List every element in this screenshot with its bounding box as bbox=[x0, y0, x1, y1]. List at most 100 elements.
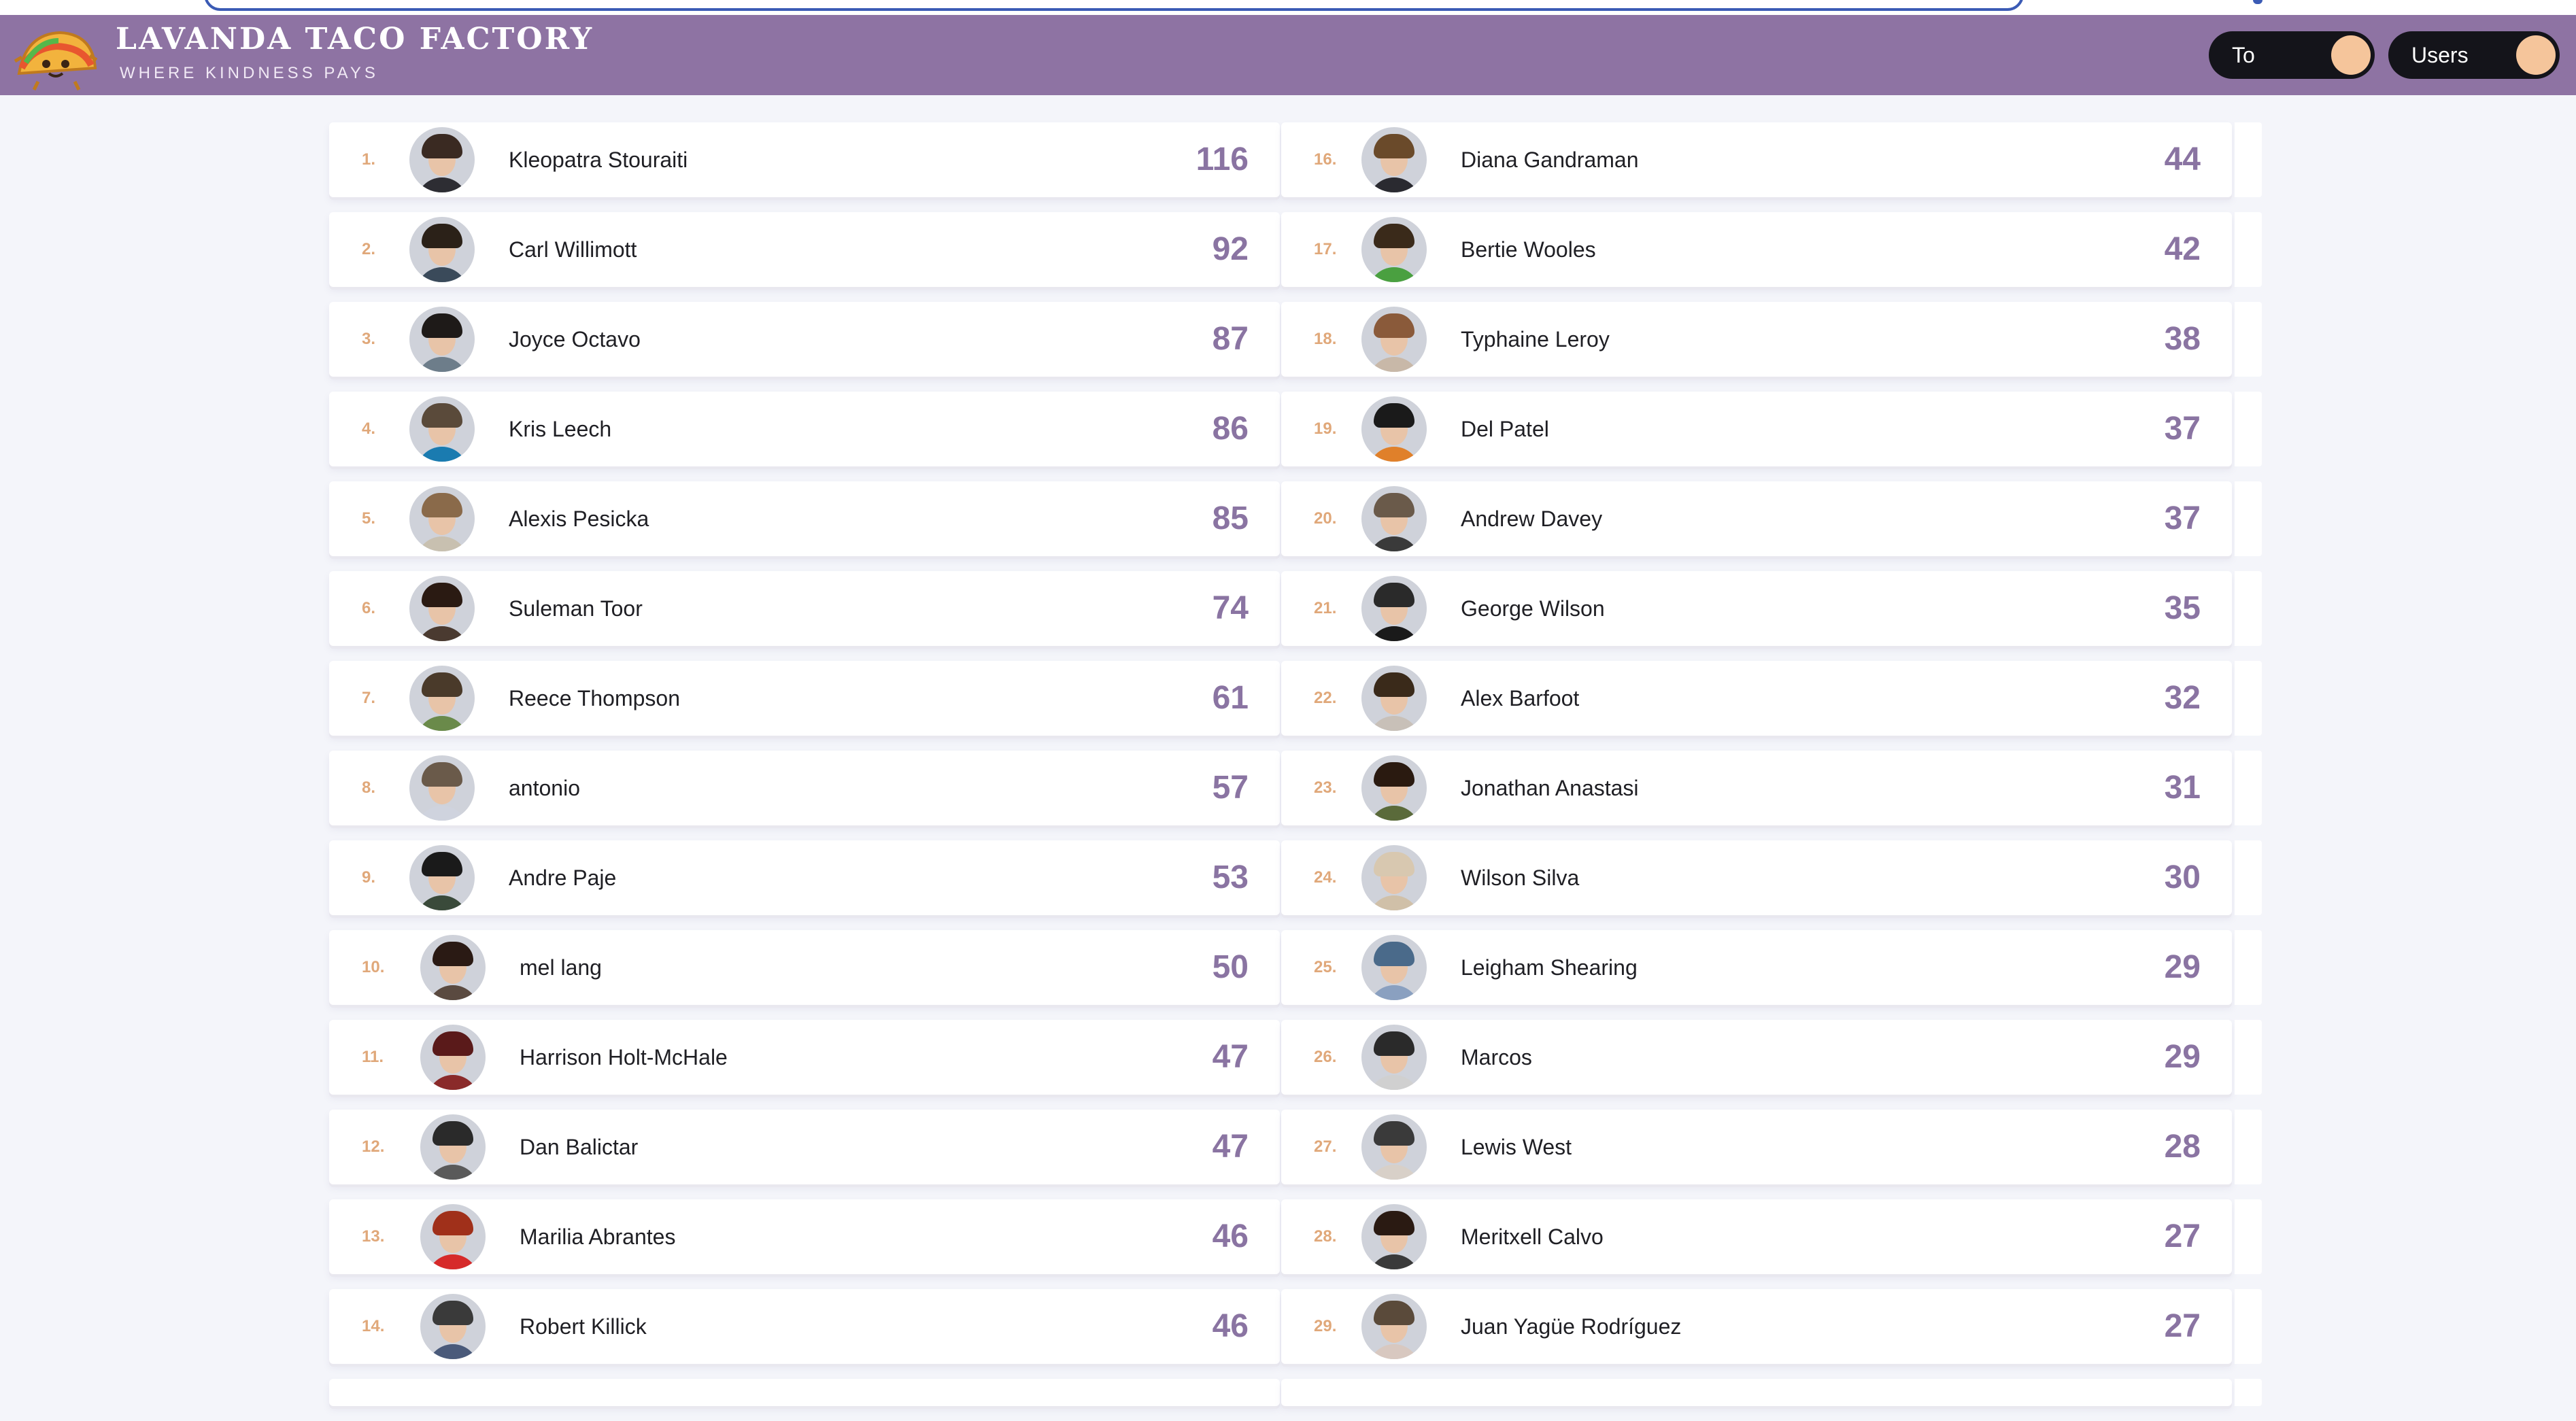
leaderboard-row[interactable]: 9. Andre Paje 53 bbox=[329, 840, 1280, 915]
avatar-hair bbox=[1374, 403, 1414, 428]
taco-score: 31 bbox=[2164, 770, 2201, 806]
avatar bbox=[1361, 1114, 1427, 1180]
rank-number: 10. bbox=[362, 958, 385, 976]
next-column-edge bbox=[2235, 1289, 2262, 1364]
next-column-edge bbox=[2235, 930, 2262, 1005]
next-column-edge bbox=[2235, 392, 2262, 466]
avatar-hair bbox=[1374, 493, 1414, 517]
leaderboard-row[interactable]: 3. Joyce Octavo 87 bbox=[329, 302, 1280, 377]
user-name: Dan Balictar bbox=[520, 1135, 639, 1159]
leaderboard-row[interactable]: 5. Alexis Pesicka 85 bbox=[329, 481, 1280, 556]
browser-top-strip bbox=[0, 0, 2576, 15]
next-column-edge bbox=[2235, 571, 2262, 646]
avatar-body bbox=[427, 1344, 479, 1359]
leaderboard-row[interactable]: 6. Suleman Toor 74 bbox=[329, 571, 1280, 646]
leaderboard-column-left: 1. Kleopatra Stouraiti 116 2. Carl Willimott… bbox=[329, 122, 1280, 1421]
leaderboard-row[interactable]: 21. George Wilson 35 bbox=[1281, 571, 2232, 646]
user-name: Robert Killick bbox=[520, 1314, 647, 1339]
next-column-edge bbox=[2235, 122, 2262, 197]
taco-score: 47 bbox=[1212, 1129, 1249, 1165]
avatar bbox=[420, 1294, 486, 1359]
leaderboard-row[interactable]: 7. Reece Thompson 61 bbox=[329, 661, 1280, 736]
rank-number: 29. bbox=[1314, 1317, 1337, 1335]
user-name: antonio bbox=[509, 776, 580, 800]
leaderboard-row[interactable]: 18. Typhaine Leroy 38 bbox=[1281, 302, 2232, 377]
leaderboard-row[interactable]: 20. Andrew Davey 37 bbox=[1281, 481, 2232, 556]
avatar-hair bbox=[1374, 1211, 1414, 1235]
leaderboard-row[interactable]: 19. Del Patel 37 bbox=[1281, 392, 2232, 466]
leaderboard-row[interactable]: 4. Kris Leech 86 bbox=[329, 392, 1280, 466]
avatar-hair bbox=[1374, 942, 1414, 966]
avatar bbox=[409, 396, 475, 462]
taco-score: 87 bbox=[1212, 321, 1249, 357]
leaderboard-row[interactable]: 17. Bertie Wooles 42 bbox=[1281, 212, 2232, 287]
to-toggle[interactable]: To bbox=[2209, 31, 2375, 79]
avatar bbox=[1361, 755, 1427, 821]
avatar-body bbox=[416, 806, 468, 821]
avatar bbox=[1361, 127, 1427, 192]
leaderboard-row[interactable]: 25. Leigham Shearing 29 bbox=[1281, 930, 2232, 1005]
avatar-body bbox=[416, 447, 468, 462]
avatar-body bbox=[1368, 357, 1420, 372]
user-name: Typhaine Leroy bbox=[1461, 327, 1610, 352]
leaderboard-row[interactable]: 24. Wilson Silva 30 bbox=[1281, 840, 2232, 915]
users-toggle-label: Users bbox=[2411, 43, 2469, 67]
leaderboard-row-partial[interactable] bbox=[1281, 1379, 2232, 1406]
avatar-body bbox=[1368, 716, 1420, 731]
avatar-body bbox=[1368, 985, 1420, 1000]
taco-score: 61 bbox=[1212, 680, 1249, 716]
avatar-hair bbox=[1374, 762, 1414, 787]
next-column-edge bbox=[2235, 1110, 2262, 1184]
user-name: Kleopatra Stouraiti bbox=[509, 148, 688, 172]
rank-number: 9. bbox=[362, 868, 376, 887]
leaderboard-row[interactable]: 10. mel lang 50 bbox=[329, 930, 1280, 1005]
search-bar[interactable] bbox=[204, 0, 2024, 11]
toggle-knob[interactable] bbox=[2516, 35, 2556, 75]
taco-score: 35 bbox=[2164, 590, 2201, 626]
avatar bbox=[1361, 1204, 1427, 1269]
leaderboard-row[interactable]: 1. Kleopatra Stouraiti 116 bbox=[329, 122, 1280, 197]
avatar-hair bbox=[422, 583, 462, 607]
leaderboard-row[interactable]: 23. Jonathan Anastasi 31 bbox=[1281, 751, 2232, 825]
taco-logo-icon bbox=[14, 31, 98, 91]
avatar-body bbox=[1368, 895, 1420, 910]
rank-number: 11. bbox=[362, 1048, 384, 1066]
user-name: Joyce Octavo bbox=[509, 327, 641, 352]
leaderboard: 1. Kleopatra Stouraiti 116 2. Carl Willimott… bbox=[329, 122, 2262, 1406]
avatar bbox=[420, 1114, 486, 1180]
avatar-hair bbox=[433, 1121, 473, 1146]
avatar bbox=[1361, 576, 1427, 641]
leaderboard-row[interactable]: 12. Dan Balictar 47 bbox=[329, 1110, 1280, 1184]
leaderboard-row[interactable]: 29. Juan Yagüe Rodríguez 27 bbox=[1281, 1289, 2232, 1364]
rank-number: 24. bbox=[1314, 868, 1337, 887]
avatar-body bbox=[416, 177, 468, 192]
avatar bbox=[409, 666, 475, 731]
leaderboard-row[interactable]: 8. antonio 57 bbox=[329, 751, 1280, 825]
taco-score: 37 bbox=[2164, 500, 2201, 536]
avatar bbox=[420, 935, 486, 1000]
leaderboard-row[interactable]: 22. Alex Barfoot 32 bbox=[1281, 661, 2232, 736]
avatar-body bbox=[1368, 536, 1420, 551]
leaderboard-row[interactable]: 2. Carl Willimott 92 bbox=[329, 212, 1280, 287]
avatar-hair bbox=[422, 134, 462, 158]
rank-number: 23. bbox=[1314, 778, 1337, 797]
leaderboard-row[interactable]: 16. Diana Gandraman 44 bbox=[1281, 122, 2232, 197]
leaderboard-row[interactable]: 11. Harrison Holt-McHale 47 bbox=[329, 1020, 1280, 1095]
user-name: Carl Willimott bbox=[509, 237, 637, 262]
leaderboard-row[interactable]: 26. Marcos 29 bbox=[1281, 1020, 2232, 1095]
leaderboard-row-partial[interactable] bbox=[329, 1379, 1280, 1406]
leaderboard-row[interactable]: 27. Lewis West 28 bbox=[1281, 1110, 2232, 1184]
leaderboard-row[interactable]: 28. Meritxell Calvo 27 bbox=[1281, 1199, 2232, 1274]
leaderboard-row[interactable]: 14. Robert Killick 46 bbox=[329, 1289, 1280, 1364]
rank-number: 5. bbox=[362, 509, 376, 528]
avatar-body bbox=[1368, 267, 1420, 282]
toggle-knob[interactable] bbox=[2331, 35, 2371, 75]
next-column-edge bbox=[2235, 1020, 2262, 1095]
avatar bbox=[409, 217, 475, 282]
users-toggle[interactable]: Users bbox=[2388, 31, 2560, 79]
avatar-hair bbox=[433, 1301, 473, 1325]
rank-number: 7. bbox=[362, 689, 376, 707]
leaderboard-row[interactable]: 13. Marilia Abrantes 46 bbox=[329, 1199, 1280, 1274]
rank-number: 21. bbox=[1314, 599, 1337, 617]
user-name: Harrison Holt-McHale bbox=[520, 1045, 728, 1069]
